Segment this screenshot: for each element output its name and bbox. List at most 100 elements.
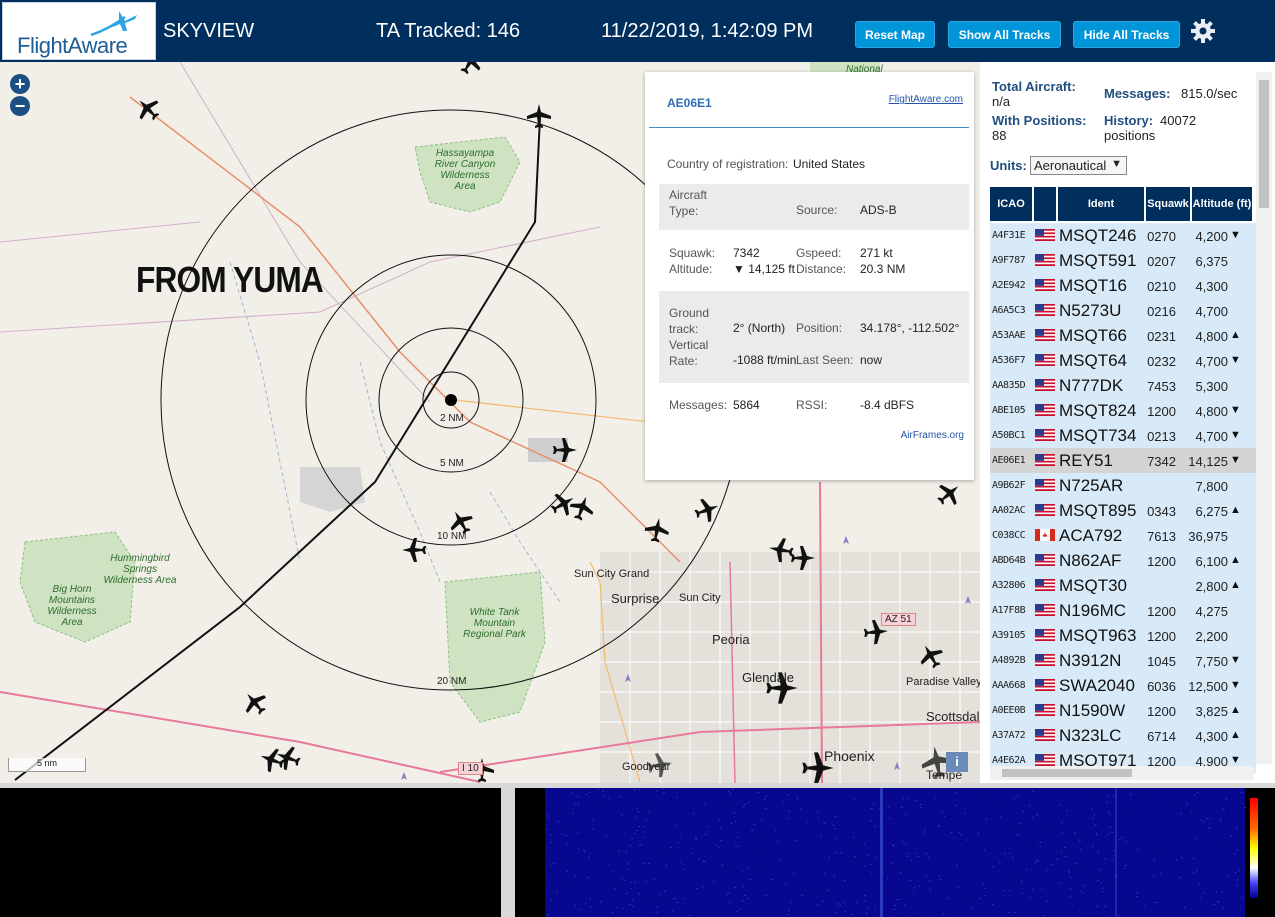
history-unit: positions xyxy=(1104,128,1156,143)
table-row[interactable]: AE06E1 REY51 7342 14,125 ▼ xyxy=(990,448,1256,473)
reset-map-button[interactable]: Reset Map xyxy=(855,21,935,48)
table-row[interactable]: A37A72 N323LC 6714 4,300 ▲ xyxy=(990,723,1256,748)
popup-squawk-rows: Squawk: 7342 Gspeed: 271 kt Altitude: ▼ … xyxy=(659,240,969,280)
us-flag-icon xyxy=(1035,754,1055,766)
waterfall-display xyxy=(515,788,1275,917)
table-row[interactable]: A9F787 MSQT591 0207 6,375 xyxy=(990,248,1256,273)
vertical-rate-label: Vertical Rate: xyxy=(669,338,709,368)
table-row[interactable]: A32806 MSQT30 2,800 ▲ xyxy=(990,573,1256,598)
park-big-horn: Big Horn Mountains Wilderness Area xyxy=(47,584,97,628)
panel-vertical-scrollbar[interactable] xyxy=(1256,72,1272,764)
table-row[interactable]: C038CC ACA792 7613 36,975 xyxy=(990,523,1256,548)
panel-horizontal-scrollbar[interactable] xyxy=(990,766,1254,780)
table-row[interactable]: A6A5C3 N5273U 0216 4,700 xyxy=(990,298,1256,323)
us-flag-icon xyxy=(1035,279,1055,291)
range-label-20nm: 20 NM xyxy=(437,676,467,687)
cell-icao: A9F787 xyxy=(992,255,1026,266)
col-squawk[interactable]: Squawk xyxy=(1146,187,1190,221)
table-row[interactable]: A0EE0B N1590W 1200 3,825 ▲ xyxy=(990,698,1256,723)
vertical-rate-value: -1088 ft/min xyxy=(733,353,797,367)
units-select-value: Aeronautical xyxy=(1034,158,1107,173)
table-row[interactable]: AA02AC MSQT895 0343 6,275 ▲ xyxy=(990,498,1256,523)
messages-label: Messages: xyxy=(669,398,728,412)
table-row[interactable]: A9B62F N725AR 7,800 xyxy=(990,473,1256,498)
col-altitude[interactable]: Altitude (ft) xyxy=(1192,187,1252,221)
cell-icao: A4F31E xyxy=(992,230,1026,241)
table-row[interactable]: A4F31E MSQT246 0270 4,200 ▼ xyxy=(990,223,1256,248)
cell-altitude: 6,375 xyxy=(1195,254,1228,269)
cell-ident: N5273U xyxy=(1059,301,1122,320)
scrollbar-thumb[interactable] xyxy=(1259,80,1269,208)
rssi-value: -8.4 dBFS xyxy=(860,398,915,412)
cell-trend-icon: ▼ xyxy=(1230,354,1241,366)
cell-squawk: 0207 xyxy=(1147,254,1176,269)
cell-ident: MSQT64 xyxy=(1059,351,1128,370)
airframes-link[interactable]: AirFrames.org xyxy=(901,430,964,441)
cell-altitude: 7,800 xyxy=(1195,479,1228,494)
us-flag-icon xyxy=(1035,454,1055,466)
cell-trend-icon: ▲ xyxy=(1230,554,1241,566)
cell-trend-icon: ▲ xyxy=(1230,704,1241,716)
zoom-in-button[interactable]: + xyxy=(10,74,30,94)
table-row[interactable]: A536F7 MSQT64 0232 4,700 ▼ xyxy=(990,348,1256,373)
cell-icao: A4E62A xyxy=(992,755,1026,766)
col-flag[interactable] xyxy=(1034,187,1056,221)
table-row[interactable]: A4892B N3912N 1045 7,750 ▼ xyxy=(990,648,1256,673)
messages-rate-label: Messages: xyxy=(1104,86,1171,101)
history-label: History: xyxy=(1104,113,1154,128)
popup-type-row: Aircraft Type: Source: ADS-B xyxy=(659,184,969,230)
cell-altitude: 4,700 xyxy=(1195,429,1228,444)
position-value: 34.178°, -112.502° xyxy=(860,321,960,335)
table-row[interactable]: A17F8B N196MC 1200 4,275 xyxy=(990,598,1256,623)
flightaware-link[interactable]: FlightAware.com xyxy=(889,94,963,105)
with-positions-value: 88 xyxy=(992,128,1007,143)
table-row[interactable]: A50BC1 MSQT734 0213 4,700 ▼ xyxy=(990,423,1256,448)
table-row[interactable]: A39105 MSQT963 1200 2,200 xyxy=(990,623,1256,648)
table-row[interactable]: AA835D N777DK 7453 5,300 xyxy=(990,373,1256,398)
cell-squawk: 1200 xyxy=(1147,554,1176,569)
range-label-2nm: 2 NM xyxy=(440,413,464,424)
popup-header: AE06E1 FlightAware.com xyxy=(649,72,969,128)
country-label: Country of registration: xyxy=(667,157,789,171)
cell-squawk: 0213 xyxy=(1147,429,1176,444)
cell-icao: A9B62F xyxy=(992,480,1026,491)
cell-squawk: 7613 xyxy=(1147,529,1176,544)
cell-ident: MSQT824 xyxy=(1059,401,1137,420)
cell-trend-icon: ▼ xyxy=(1230,679,1241,691)
col-icao[interactable]: ICAO xyxy=(990,187,1032,221)
cell-altitude: 6,100 xyxy=(1195,554,1228,569)
cell-altitude: 4,700 xyxy=(1195,304,1228,319)
cell-squawk: 1200 xyxy=(1147,704,1176,719)
units-select[interactable]: Aeronautical ▼ xyxy=(1030,156,1127,175)
zoom-out-button[interactable]: − xyxy=(10,96,30,116)
cell-altitude: 3,825 xyxy=(1195,704,1228,719)
us-flag-icon xyxy=(1035,554,1055,566)
position-label: Position: xyxy=(796,321,843,335)
settings-gear-icon[interactable] xyxy=(1188,16,1218,46)
us-flag-icon xyxy=(1035,304,1055,316)
cell-ident: N725AR xyxy=(1059,476,1124,495)
cell-squawk: 0216 xyxy=(1147,304,1176,319)
table-row[interactable]: A2E942 MSQT16 0210 4,300 xyxy=(990,273,1256,298)
cell-trend-icon: ▼ xyxy=(1230,654,1241,666)
table-row[interactable]: AAA668 SWA2040 6036 12,500 ▼ xyxy=(990,673,1256,698)
aircraft-info-popup: AE06E1 FlightAware.com Country of regist… xyxy=(645,72,974,480)
table-row[interactable]: A53AAE MSQT66 0231 4,800 ▲ xyxy=(990,323,1256,348)
spectrum-plot xyxy=(0,788,501,917)
scrollbar-thumb[interactable] xyxy=(1002,769,1132,777)
aircraft-list-panel: Total Aircraft: n/a Messages: 815.0/sec … xyxy=(980,62,1275,783)
place-paradise-valley: Paradise Valley xyxy=(906,676,980,688)
hide-all-tracks-button[interactable]: Hide All Tracks xyxy=(1073,21,1180,48)
cell-ident: MSQT16 xyxy=(1059,276,1128,295)
table-row[interactable]: ABD64B N862AF 1200 6,100 ▲ xyxy=(990,548,1256,573)
table-row[interactable]: ABE105 MSQT824 1200 4,800 ▼ xyxy=(990,398,1256,423)
altitude-value: ▼ 14,125 ft xyxy=(733,262,795,276)
country-value: United States xyxy=(793,157,866,171)
us-flag-icon xyxy=(1035,429,1055,441)
messages-value: 5864 xyxy=(733,398,760,412)
cell-altitude: 4,275 xyxy=(1195,604,1228,619)
show-all-tracks-button[interactable]: Show All Tracks xyxy=(948,21,1061,48)
flightaware-logo[interactable]: FlightAware xyxy=(2,2,156,60)
map-info-button[interactable]: i xyxy=(946,752,968,772)
col-ident[interactable]: Ident xyxy=(1058,187,1144,221)
